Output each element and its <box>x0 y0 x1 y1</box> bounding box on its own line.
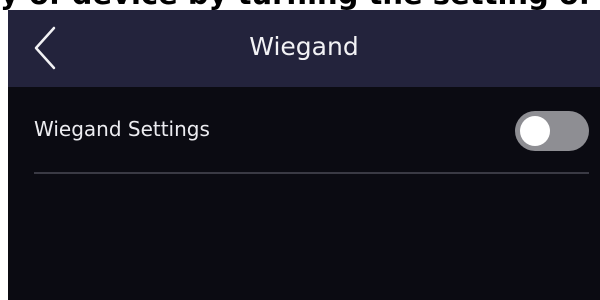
toggle-knob <box>520 116 550 146</box>
wiegand-settings-toggle[interactable] <box>515 111 589 151</box>
top-bar: Wiegand <box>8 10 600 87</box>
device-screen: Wiegand Wiegand Settings <box>8 10 600 300</box>
wiegand-settings-row: Wiegand Settings <box>8 87 600 173</box>
wiegand-settings-label: Wiegand Settings <box>34 117 210 141</box>
cropped-instruction-text: y of device by turning the setting of Wi… <box>0 0 600 10</box>
row-divider <box>34 172 589 174</box>
page-title: Wiegand <box>249 32 359 61</box>
